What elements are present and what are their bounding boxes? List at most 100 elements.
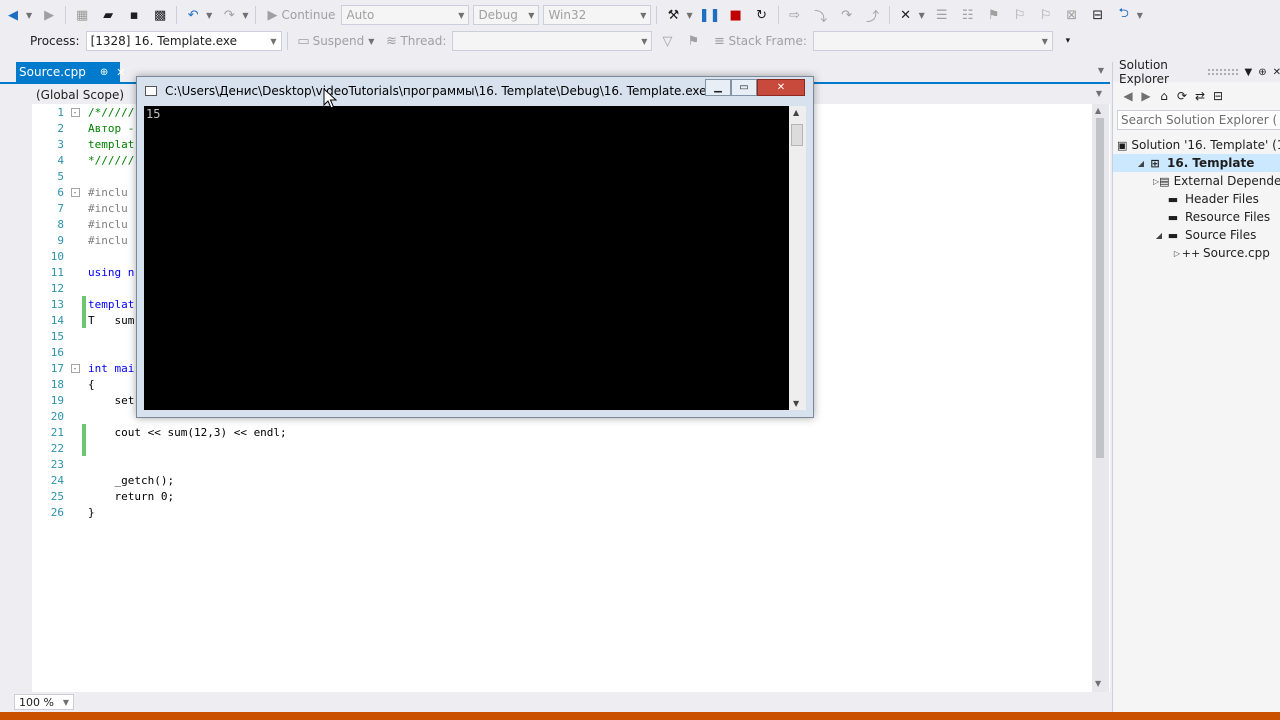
drag-grip[interactable] bbox=[1206, 68, 1239, 76]
open-file-button[interactable]: ▰ bbox=[95, 4, 121, 26]
show-next-statement-button[interactable]: ⇨ bbox=[782, 4, 808, 26]
clear-bookmarks-button[interactable]: ⊠ bbox=[1059, 4, 1085, 26]
comment-button[interactable]: ☰ bbox=[929, 4, 955, 26]
code-line[interactable]: 12 bbox=[0, 280, 88, 296]
code-line[interactable]: 13 templat bbox=[0, 296, 134, 312]
code-line[interactable]: 25 return 0; bbox=[0, 488, 174, 504]
next-bookmark-button[interactable]: ⚐ bbox=[1033, 4, 1059, 26]
filter-button[interactable]: ▽ bbox=[654, 30, 680, 52]
save-button[interactable]: ▪ bbox=[121, 4, 147, 26]
code-line[interactable]: 5 bbox=[0, 168, 88, 184]
bookmark-button[interactable]: ⚑ bbox=[981, 4, 1007, 26]
continue-button[interactable]: ▶ Continue bbox=[259, 4, 339, 26]
hex-display-button[interactable]: ✕ ▼ bbox=[893, 4, 929, 26]
forward-icon[interactable]: ▶ bbox=[1137, 87, 1155, 105]
thread-dropdown[interactable]: ▼ bbox=[452, 31, 653, 51]
code-line[interactable]: 15 bbox=[0, 328, 88, 344]
undo-button[interactable]: ↶ ▼ bbox=[180, 4, 216, 26]
redo-button[interactable]: ↷ ▼ bbox=[216, 4, 252, 26]
code-line[interactable]: 19 set bbox=[0, 392, 135, 408]
prev-bookmark-button[interactable]: ⚐ bbox=[1007, 4, 1033, 26]
step-into-button[interactable]: ⤵ bbox=[808, 4, 834, 26]
close-button[interactable]: ✕ bbox=[757, 79, 805, 96]
zoom-dropdown[interactable]: 100 % ▼ bbox=[14, 694, 74, 710]
pin-icon[interactable]: ⊕ bbox=[1258, 67, 1266, 78]
save-all-button[interactable]: ▩ bbox=[147, 4, 173, 26]
code-line[interactable]: 23 bbox=[0, 456, 88, 472]
tree-item[interactable]: ◢ ▬ Source Files bbox=[1113, 226, 1280, 244]
code-line[interactable]: 4 *////// bbox=[0, 152, 134, 168]
solution-config-dropdown[interactable]: Auto ▼ bbox=[341, 5, 470, 25]
code-line[interactable]: 16 bbox=[0, 344, 88, 360]
scroll-up-icon[interactable]: ▲ bbox=[1095, 106, 1101, 115]
uncomment-button[interactable]: ☷ bbox=[955, 4, 981, 26]
member-dropdown-icon[interactable]: ▼ bbox=[1096, 89, 1102, 98]
expand-toggle-icon[interactable]: ◢ bbox=[1153, 231, 1165, 240]
tree-item[interactable]: ▣ Solution '16. Template' (1 bbox=[1113, 136, 1280, 154]
forward-button[interactable]: ▶ bbox=[36, 4, 62, 26]
code-line[interactable]: 3 templat bbox=[0, 136, 134, 152]
stack-frame-dropdown[interactable]: ▼ bbox=[812, 31, 1053, 51]
code-line[interactable]: 1-/*///// bbox=[0, 104, 134, 120]
back-button[interactable]: ◀ ▼ bbox=[0, 4, 36, 26]
scroll-up-icon[interactable]: ▲ bbox=[793, 108, 799, 117]
tab-list-dropdown-icon[interactable]: ▼ bbox=[1098, 66, 1104, 75]
fold-toggle[interactable]: - bbox=[68, 104, 82, 120]
code-line[interactable]: 22 bbox=[0, 440, 88, 456]
code-line[interactable]: 6- #inclu bbox=[0, 184, 127, 200]
close-icon[interactable]: ✕ bbox=[116, 66, 125, 79]
close-icon[interactable]: ✕ bbox=[1273, 67, 1280, 78]
back-icon[interactable]: ◀ bbox=[1119, 87, 1137, 105]
minimize-button[interactable]: ▁ bbox=[705, 79, 731, 96]
break-all-button[interactable]: ❚❚ bbox=[697, 4, 723, 26]
expand-toggle-icon[interactable]: ◢ bbox=[1135, 159, 1147, 168]
editor-vertical-scrollbar[interactable]: ▲ ▼ bbox=[1092, 104, 1109, 692]
toolbar-overflow-button[interactable]: ▾ bbox=[1055, 30, 1081, 52]
code-line[interactable]: 8 #inclu bbox=[0, 216, 127, 232]
process-dropdown[interactable]: [1328] 16. Template.exe ▼ bbox=[85, 31, 282, 51]
code-line[interactable]: 18 { bbox=[0, 376, 95, 392]
scrollbar-thumb[interactable] bbox=[791, 124, 803, 146]
flag-threads-button[interactable]: ⚑ bbox=[680, 30, 706, 52]
new-project-button[interactable]: ▦ bbox=[69, 4, 95, 26]
find-in-files-button[interactable]: ⊟ bbox=[1085, 4, 1111, 26]
pin-icon[interactable]: ⊕ bbox=[100, 67, 108, 78]
tree-item[interactable]: ▷ ▤ External Dependen bbox=[1113, 172, 1280, 190]
step-over-button[interactable]: ↷ bbox=[834, 4, 860, 26]
fold-toggle[interactable]: - bbox=[68, 360, 82, 376]
tab-source-cpp[interactable]: Source.cpp ⊕ ✕ bbox=[16, 62, 125, 82]
fold-toggle[interactable]: - bbox=[68, 184, 82, 200]
maximize-button[interactable]: ▭ bbox=[731, 79, 757, 96]
navigate-backward-button[interactable]: ⮌ ▼ bbox=[1111, 4, 1147, 26]
platform-dropdown[interactable]: Win32 ▼ bbox=[543, 5, 652, 25]
code-line[interactable]: 9 #inclu bbox=[0, 232, 127, 248]
code-line[interactable]: 7 #inclu bbox=[0, 200, 127, 216]
tree-item[interactable]: ▬ Header Files bbox=[1113, 190, 1280, 208]
suspend-button[interactable]: ▭ Suspend ▼ bbox=[291, 30, 379, 52]
scroll-down-icon[interactable]: ▼ bbox=[793, 399, 799, 408]
build-config-dropdown[interactable]: Debug ▼ bbox=[473, 5, 540, 25]
scope-dropdown[interactable]: (Global Scope) bbox=[30, 86, 130, 104]
home-icon[interactable]: ⌂ bbox=[1155, 87, 1173, 105]
scroll-down-icon[interactable]: ▼ bbox=[1095, 679, 1101, 688]
code-line[interactable]: 26} bbox=[0, 504, 95, 520]
console-output[interactable]: 15 bbox=[144, 106, 789, 410]
console-vertical-scrollbar[interactable]: ▲ ▼ bbox=[789, 106, 806, 410]
tree-item[interactable]: ◢ ⊞ 16. Template bbox=[1113, 154, 1280, 172]
tree-item[interactable]: ▬ Resource Files bbox=[1113, 208, 1280, 226]
restart-button[interactable]: ↻ bbox=[749, 4, 775, 26]
attach-process-button[interactable]: ⚒ ▼ bbox=[660, 4, 696, 26]
code-line[interactable]: 10 bbox=[0, 248, 88, 264]
code-line[interactable]: 20 bbox=[0, 408, 88, 424]
code-line[interactable]: 21 cout << sum(12,3) << endl; bbox=[0, 424, 287, 440]
step-out-button[interactable]: ⤴ bbox=[860, 4, 886, 26]
code-line[interactable]: 14 T sum bbox=[0, 312, 134, 328]
code-line[interactable]: 24 _getch(); bbox=[0, 472, 174, 488]
solution-explorer-search-input[interactable]: Search Solution Explorer ( bbox=[1117, 110, 1280, 130]
code-line[interactable]: 11 using n bbox=[0, 264, 135, 280]
sync-icon[interactable]: ⟳ bbox=[1173, 87, 1191, 105]
window-position-icon[interactable]: ▼ bbox=[1245, 67, 1253, 78]
refresh-icon[interactable]: ⇄ bbox=[1191, 87, 1209, 105]
stop-debugging-button[interactable]: ■ bbox=[723, 4, 749, 26]
scrollbar-thumb[interactable] bbox=[1096, 118, 1104, 458]
